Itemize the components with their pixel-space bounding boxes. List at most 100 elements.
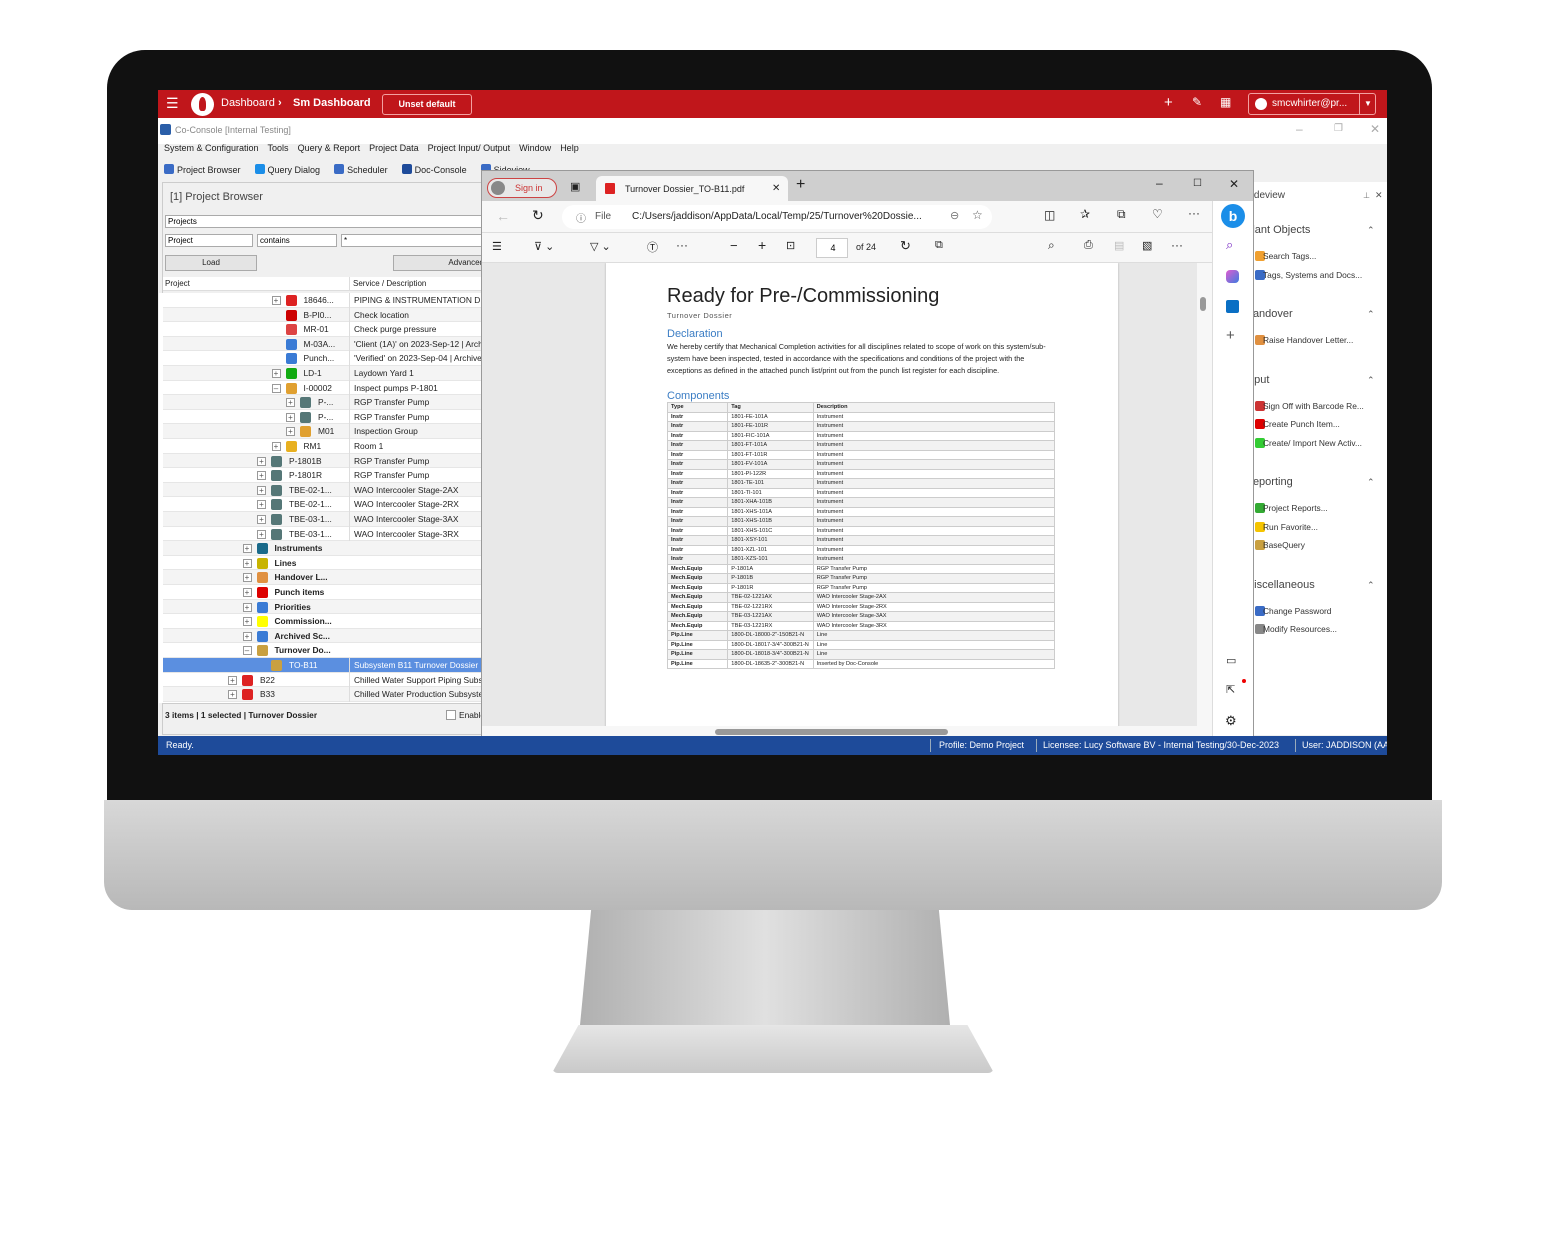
save-icon[interactable]: ▤	[1114, 239, 1124, 252]
highlight-icon[interactable]: ⊽ ⌄	[534, 240, 554, 253]
expand-toggle-icon[interactable]: –	[242, 646, 252, 656]
collections-icon[interactable]: ⧉	[1117, 207, 1126, 222]
expand-toggle-icon[interactable]: +	[286, 398, 295, 408]
breadcrumb-dashboard[interactable]: Dashboard	[221, 97, 275, 109]
tree-row[interactable]: + P-1801R RGP Transfer Pump	[163, 468, 481, 483]
tree-row[interactable]: + B22 Chilled Water Support Piping Subsyst…	[163, 672, 483, 688]
toolbar-button[interactable]: Query Dialog	[268, 165, 321, 175]
tree-row[interactable]: + Archived Sc...	[163, 628, 481, 644]
scrollbar-thumb[interactable]	[1200, 297, 1206, 311]
expand-toggle-icon[interactable]: +	[257, 456, 266, 466]
sideview-item[interactable]: BaseQuery	[1263, 540, 1305, 550]
expand-toggle-icon[interactable]: +	[257, 485, 266, 495]
vertical-scrollbar[interactable]	[1197, 263, 1212, 726]
unset-default-button[interactable]: Unset default	[382, 94, 472, 115]
favorites-icon[interactable]: ✰	[1080, 207, 1090, 221]
external-link-icon[interactable]: ⇱	[1226, 683, 1235, 696]
zoom-out-button[interactable]: −	[730, 238, 738, 253]
page-number-input[interactable]	[816, 238, 848, 258]
expand-toggle-icon[interactable]: +	[242, 573, 252, 583]
sign-in-button[interactable]: Sign in	[487, 178, 557, 198]
outlook-icon[interactable]	[1226, 300, 1239, 313]
tree-row[interactable]: + Instruments	[163, 541, 481, 556]
menu-item[interactable]: Help	[560, 143, 579, 153]
scrollbar-thumb[interactable]	[715, 729, 948, 735]
zoom-in-button[interactable]: +	[758, 237, 766, 253]
fit-width-icon[interactable]: ⊡	[786, 239, 795, 252]
column-header-project[interactable]: Project	[165, 277, 190, 291]
chevron-up-icon[interactable]: ⌃	[1367, 309, 1375, 320]
maximize-button[interactable]: ☐	[1193, 178, 1202, 189]
edit-icon[interactable]: ✎	[1192, 95, 1202, 109]
menu-item[interactable]: Query & Report	[298, 143, 361, 153]
apps-grid-icon[interactable]: ▦	[1220, 95, 1231, 109]
expand-toggle-icon[interactable]: +	[228, 690, 237, 700]
expand-toggle-icon[interactable]: +	[271, 369, 281, 378]
tree-row[interactable]: + Commission...	[163, 614, 481, 629]
more-options-icon[interactable]: ···	[1171, 238, 1183, 252]
menu-item[interactable]: System & Configuration	[164, 143, 259, 153]
sideview-item[interactable]: Create Punch Item...	[1263, 419, 1340, 429]
operator-select[interactable]	[257, 234, 337, 247]
close-button[interactable]: ✕	[1370, 122, 1380, 136]
tree-row[interactable]: – Turnover Do...	[163, 643, 481, 658]
tree-row[interactable]: +18646... PIPING & INSTRUMENTATION DIAGRA…	[163, 293, 483, 308]
tab-pdf[interactable]: Turnover Dossier_TO-B11.pdf ✕	[596, 176, 788, 201]
filter-field-select[interactable]	[165, 234, 253, 247]
tree-row[interactable]: B-PI0... Check location	[163, 307, 481, 323]
tree-row[interactable]: + P-... RGP Transfer Pump	[163, 395, 481, 410]
rotate-icon[interactable]: ↻	[900, 238, 911, 254]
tree-row[interactable]: + Handover L...	[163, 570, 481, 585]
toolbar-button[interactable]: Scheduler	[347, 165, 388, 175]
info-icon[interactable]: ⓘ	[576, 210, 586, 225]
sideview-item[interactable]: Tags, Systems and Docs...	[1263, 270, 1362, 280]
breadcrumb-sm-dashboard[interactable]: Sm Dashboard	[293, 97, 371, 109]
contents-icon[interactable]: ☰	[492, 240, 502, 253]
refresh-icon[interactable]: ↻	[532, 207, 544, 224]
expand-toggle-icon[interactable]: +	[271, 296, 281, 305]
url-text[interactable]: C:/Users/jaddison/AppData/Local/Temp/25/…	[632, 211, 922, 222]
advanced-button[interactable]: Advanced	[393, 255, 491, 271]
toolbar-button[interactable]: Doc-Console	[415, 165, 467, 175]
chevron-up-icon[interactable]: ⌃	[1367, 580, 1375, 591]
column-header-description[interactable]: Service / Description	[349, 277, 426, 291]
restore-button[interactable]: ❐	[1334, 123, 1343, 134]
expand-toggle-icon[interactable]: +	[242, 544, 252, 554]
tree-row[interactable]: + TBE-03-1... WAO Intercooler Stage-3AX	[163, 512, 481, 527]
sideview-item[interactable]: Project Reports...	[1263, 503, 1328, 513]
split-screen-icon[interactable]: ◫	[1044, 208, 1055, 222]
expand-toggle-icon[interactable]: +	[271, 442, 281, 451]
enable-checkbox[interactable]	[446, 710, 456, 720]
expand-toggle-icon[interactable]: +	[257, 529, 266, 539]
tree-row[interactable]: + Lines	[163, 555, 481, 571]
tab-actions-icon[interactable]: ▣	[570, 180, 580, 193]
close-tab-icon[interactable]: ✕	[772, 183, 780, 194]
tree-row[interactable]: + Punch items	[163, 585, 481, 600]
settings-gear-icon[interactable]: ⚙	[1225, 713, 1237, 729]
projects-field[interactable]	[165, 215, 491, 228]
browser-essentials-icon[interactable]: ♡	[1152, 207, 1163, 221]
menu-item[interactable]: Project Data	[369, 143, 419, 153]
expand-toggle-icon[interactable]: +	[242, 558, 252, 568]
sidebar-toggle-icon[interactable]: ▭	[1226, 654, 1236, 667]
tree-row[interactable]: + P-... RGP Transfer Pump	[163, 409, 481, 425]
tree-row[interactable]: + LD-1 Laydown Yard 1	[163, 366, 481, 381]
hamburger-menu-icon[interactable]: ☰	[166, 95, 179, 112]
expand-toggle-icon[interactable]: +	[257, 500, 266, 510]
chevron-down-icon[interactable]: ▼	[1359, 94, 1372, 114]
minimize-button[interactable]: –	[1296, 122, 1303, 136]
load-button[interactable]: Load	[165, 255, 257, 271]
favorite-star-icon[interactable]: ☆	[972, 208, 983, 222]
tree-row[interactable]: + B33 Chilled Water Production Subsystem	[163, 687, 483, 702]
expand-toggle-icon[interactable]: +	[242, 617, 252, 627]
page-view-icon[interactable]: ⧉	[935, 239, 943, 252]
expand-toggle-icon[interactable]: +	[242, 588, 252, 597]
tree-row[interactable]: TO-B11 Subsystem B11 Turnover Dossier	[163, 658, 481, 673]
tree-row[interactable]: M-03A... 'Client (1A)' on 2023-Sep-12 | A…	[163, 336, 483, 352]
menu-item[interactable]: Tools	[268, 143, 289, 153]
add-icon[interactable]: +	[1164, 94, 1173, 111]
tree-row[interactable]: – I-00002 Inspect pumps P-1801	[163, 380, 481, 396]
new-tab-icon[interactable]: +	[796, 176, 805, 194]
more-options-icon[interactable]: ···	[1188, 206, 1200, 220]
zoom-out-icon[interactable]: ⊖	[950, 209, 959, 222]
